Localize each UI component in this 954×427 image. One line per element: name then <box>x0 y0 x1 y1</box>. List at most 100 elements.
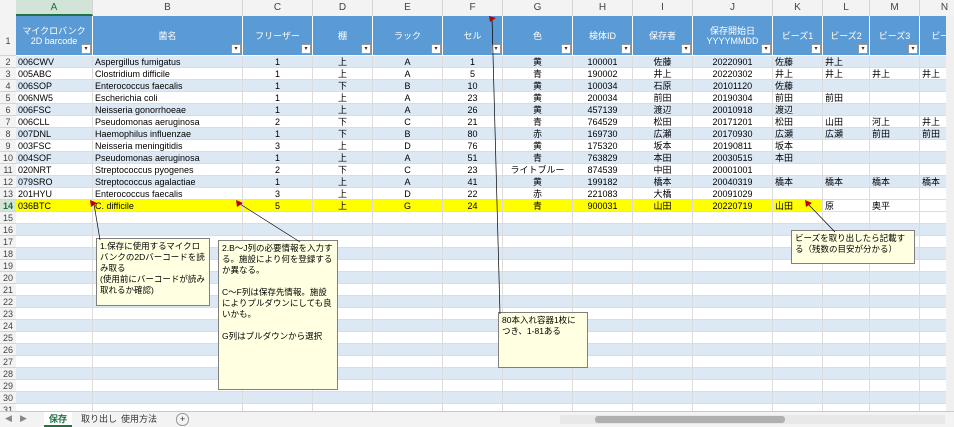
cell-D7[interactable]: 下 <box>313 116 373 128</box>
cell-B15[interactable] <box>93 212 243 224</box>
filter-dropdown-icon[interactable]: ▾ <box>761 44 771 54</box>
cell-I27[interactable] <box>633 356 693 368</box>
cell-H5[interactable]: 200034 <box>573 92 633 104</box>
cell-J30[interactable] <box>693 392 773 404</box>
cell-D15[interactable] <box>313 212 373 224</box>
cell-G19[interactable] <box>503 260 573 272</box>
cell-J23[interactable] <box>693 308 773 320</box>
cell-C31[interactable] <box>243 404 313 411</box>
cell-M24[interactable] <box>870 320 920 332</box>
cell-L15[interactable] <box>823 212 870 224</box>
cell-E5[interactable]: A <box>373 92 443 104</box>
cell-H7[interactable]: 764529 <box>573 116 633 128</box>
cell-F12[interactable]: 41 <box>443 176 503 188</box>
cell-I3[interactable]: 井上 <box>633 68 693 80</box>
cell-F24[interactable] <box>443 320 503 332</box>
row-header-4[interactable]: 4 <box>0 80 16 92</box>
cell-K31[interactable] <box>773 404 823 411</box>
cell-L12[interactable]: 橋本 <box>823 176 870 188</box>
cell-H9[interactable]: 175320 <box>573 140 633 152</box>
cell-I8[interactable]: 広瀬 <box>633 128 693 140</box>
row-header-25[interactable]: 25 <box>0 332 16 344</box>
cell-D30[interactable] <box>313 392 373 404</box>
cell-K24[interactable] <box>773 320 823 332</box>
cell-I22[interactable] <box>633 296 693 308</box>
cell-H2[interactable]: 100001 <box>573 56 633 68</box>
cell-L22[interactable] <box>823 296 870 308</box>
row-header-12[interactable]: 12 <box>0 176 16 188</box>
cell-B9[interactable]: Neisseria meningitidis <box>93 140 243 152</box>
row-header-27[interactable]: 27 <box>0 356 16 368</box>
cell-J12[interactable]: 20040319 <box>693 176 773 188</box>
cell-G4[interactable]: 黄 <box>503 80 573 92</box>
cell-L9[interactable] <box>823 140 870 152</box>
filter-dropdown-icon[interactable]: ▾ <box>231 44 241 54</box>
cell-H12[interactable]: 199182 <box>573 176 633 188</box>
cell-A2[interactable]: 006CWV <box>16 56 93 68</box>
cell-L6[interactable] <box>823 104 870 116</box>
cell-E27[interactable] <box>373 356 443 368</box>
cell-F6[interactable]: 26 <box>443 104 503 116</box>
cell-G10[interactable]: 青 <box>503 152 573 164</box>
cell-A20[interactable] <box>16 272 93 284</box>
cell-J3[interactable]: 20220302 <box>693 68 773 80</box>
cell-I21[interactable] <box>633 284 693 296</box>
cell-M13[interactable] <box>870 188 920 200</box>
cell-I29[interactable] <box>633 380 693 392</box>
cell-I9[interactable]: 坂本 <box>633 140 693 152</box>
cell-E21[interactable] <box>373 284 443 296</box>
cell-F4[interactable]: 10 <box>443 80 503 92</box>
cell-L13[interactable] <box>823 188 870 200</box>
column-header-L[interactable]: L <box>823 0 870 16</box>
cell-M26[interactable] <box>870 344 920 356</box>
cell-B12[interactable]: Streptococcus agalactiae <box>93 176 243 188</box>
cell-I18[interactable] <box>633 248 693 260</box>
cell-J17[interactable] <box>693 236 773 248</box>
cell-L3[interactable]: 井上 <box>823 68 870 80</box>
cell-D16[interactable] <box>313 224 373 236</box>
cell-K20[interactable] <box>773 272 823 284</box>
cell-J6[interactable]: 20010918 <box>693 104 773 116</box>
cell-H16[interactable] <box>573 224 633 236</box>
cell-E4[interactable]: B <box>373 80 443 92</box>
cell-E31[interactable] <box>373 404 443 411</box>
cell-F25[interactable] <box>443 332 503 344</box>
cell-L11[interactable] <box>823 164 870 176</box>
cell-I6[interactable]: 渡辺 <box>633 104 693 116</box>
cell-B4[interactable]: Enterococcus faecalis <box>93 80 243 92</box>
cell-E26[interactable] <box>373 344 443 356</box>
cell-L4[interactable] <box>823 80 870 92</box>
cell-F9[interactable]: 76 <box>443 140 503 152</box>
cell-F10[interactable]: 51 <box>443 152 503 164</box>
row-header-29[interactable]: 29 <box>0 380 16 392</box>
cell-J16[interactable] <box>693 224 773 236</box>
column-header-M[interactable]: M <box>870 0 920 16</box>
cell-H6[interactable]: 457139 <box>573 104 633 116</box>
cell-G17[interactable] <box>503 236 573 248</box>
cell-C6[interactable]: 1 <box>243 104 313 116</box>
cell-H18[interactable] <box>573 248 633 260</box>
cell-F11[interactable]: 23 <box>443 164 503 176</box>
cell-G3[interactable]: 青 <box>503 68 573 80</box>
cell-E3[interactable]: A <box>373 68 443 80</box>
cell-G12[interactable]: 黄 <box>503 176 573 188</box>
filter-dropdown-icon[interactable]: ▾ <box>431 44 441 54</box>
cell-K8[interactable]: 広瀬 <box>773 128 823 140</box>
cell-B3[interactable]: Clostridium difficile <box>93 68 243 80</box>
cell-C7[interactable]: 2 <box>243 116 313 128</box>
filter-dropdown-icon[interactable]: ▾ <box>858 44 868 54</box>
cell-A10[interactable]: 004SOF <box>16 152 93 164</box>
cell-I16[interactable] <box>633 224 693 236</box>
cell-E7[interactable]: C <box>373 116 443 128</box>
cell-A25[interactable] <box>16 332 93 344</box>
cell-D11[interactable]: 下 <box>313 164 373 176</box>
cell-K27[interactable] <box>773 356 823 368</box>
cell-H4[interactable]: 100034 <box>573 80 633 92</box>
cell-H19[interactable] <box>573 260 633 272</box>
filter-dropdown-icon[interactable]: ▾ <box>81 44 91 54</box>
column-header-C[interactable]: C <box>243 0 313 16</box>
cell-K26[interactable] <box>773 344 823 356</box>
row-header-31[interactable]: 31 <box>0 404 16 411</box>
cell-K4[interactable]: 佐藤 <box>773 80 823 92</box>
cell-A4[interactable]: 006SOP <box>16 80 93 92</box>
